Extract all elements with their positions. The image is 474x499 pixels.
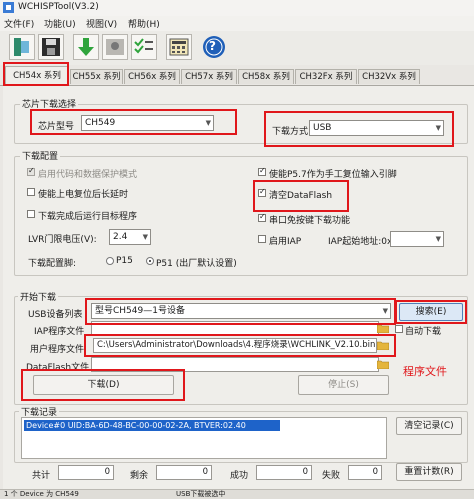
fail-count: 0: [348, 465, 382, 480]
pin-config-label: 下载配置脚:: [28, 259, 77, 269]
stop-button[interactable]: 停止(S): [298, 375, 389, 395]
tab-ch54x[interactable]: CH54x 系列: [5, 66, 69, 85]
image-icon: [106, 39, 124, 55]
search-button[interactable]: 搜索(E): [399, 303, 463, 321]
chevron-down-icon: ▼: [435, 235, 441, 243]
menu-file[interactable]: 文件(F): [4, 17, 34, 30]
total-count: 0: [58, 465, 114, 480]
power-reset-checkbox[interactable]: [27, 188, 35, 196]
fail-label: 失败: [322, 471, 341, 481]
success-label: 成功: [230, 471, 249, 481]
lvr-label: LVR门限电压(V):: [28, 235, 97, 245]
total-label: 共计: [32, 471, 51, 481]
clear-dataflash-label: 清空DataFlash: [269, 191, 333, 201]
iap-addr-label: IAP起始地址:0x: [328, 237, 393, 247]
remain-count: 0: [156, 465, 212, 480]
download-mode-value: USB: [313, 123, 332, 133]
open-icon: [14, 38, 29, 56]
radio-p15[interactable]: [106, 257, 114, 265]
calculator-button[interactable]: [166, 34, 192, 60]
code-protect-checkbox[interactable]: [27, 166, 35, 176]
usb-list-label: USB设备列表: [28, 310, 83, 320]
radio-p15-label: P15: [116, 256, 133, 266]
download-mode-label: 下载方式: [272, 127, 309, 137]
user-file-label: 用户程序文件: [30, 345, 85, 355]
run-after-download-checkbox[interactable]: [27, 210, 35, 218]
folder-icon[interactable]: [377, 359, 389, 369]
menu-help[interactable]: 帮助(H): [128, 17, 160, 30]
tab-ch58x[interactable]: CH58x 系列: [238, 69, 294, 84]
serial-no-key-label: 串口免按键下载功能: [269, 216, 351, 226]
folder-icon[interactable]: [377, 340, 389, 350]
image-button[interactable]: [102, 34, 128, 60]
chevron-down-icon: ▼: [205, 119, 211, 127]
tab-ch57x[interactable]: CH57x 系列: [181, 69, 237, 84]
reset-count-button[interactable]: 重置计数(R): [396, 463, 462, 481]
annotation-program-file: 程序文件: [403, 365, 447, 378]
calculator-icon: [169, 38, 189, 56]
chip-model-label: 芯片型号: [38, 122, 75, 132]
toolbar: ?: [0, 31, 474, 65]
app-icon: [3, 2, 14, 13]
usb-device-value: 型号CH549—1号设备: [95, 306, 185, 316]
chevron-down-icon: ▼: [435, 124, 441, 132]
radio-p51-label: P51 (出厂默认设置): [156, 259, 237, 269]
list-check-icon: [134, 38, 153, 54]
iap-file-input[interactable]: [91, 321, 379, 336]
open-button[interactable]: [9, 34, 35, 60]
p57-reset-checkbox[interactable]: [258, 166, 266, 176]
chevron-down-icon: ▼: [142, 233, 148, 241]
download-mode-select[interactable]: USB ▼: [309, 120, 444, 136]
tab-ch55x[interactable]: CH55x 系列: [70, 69, 123, 84]
usb-device-select[interactable]: 型号CH549—1号设备 ▼: [91, 303, 391, 319]
list-check-button[interactable]: [131, 34, 157, 60]
help-button[interactable]: ?: [201, 34, 227, 60]
chevron-down-icon: ▼: [382, 307, 388, 315]
clear-log-button[interactable]: 清空记录(C): [396, 417, 462, 435]
tab-ch56x[interactable]: CH56x 系列: [124, 69, 180, 84]
menu-function[interactable]: 功能(U): [44, 17, 76, 30]
chip-model-value: CH549: [85, 118, 116, 128]
chip-model-select[interactable]: CH549 ▼: [81, 115, 214, 131]
lvr-select[interactable]: 2.4 ▼: [109, 229, 151, 245]
iap-addr-select[interactable]: ▼: [390, 231, 444, 247]
download-icon: [78, 38, 94, 56]
enable-iap-label: 启用IAP: [269, 237, 302, 247]
dataflash-file-label: DataFlash文件: [26, 363, 90, 373]
radio-p51[interactable]: [146, 257, 154, 265]
help-glyph: ?: [209, 39, 216, 53]
folder-icon[interactable]: [377, 323, 389, 333]
lvr-value: 2.4: [113, 232, 128, 242]
series-tabs: CH54x 系列 CH55x 系列 CH56x 系列 CH57x 系列 CH58…: [0, 65, 474, 86]
success-count: 0: [256, 465, 312, 480]
title-bar: WCHISPTool(V3.2): [0, 0, 474, 16]
menu-bar: 文件(F) 功能(U) 视图(V) 帮助(H): [0, 16, 474, 31]
p57-reset-label: 使能P5.7作为手工复位输入引脚: [269, 170, 397, 180]
log-list[interactable]: Device#0 UID:BA-6D-48-BC-00-00-02-2A, BT…: [21, 417, 387, 459]
window-title: WCHISPTool(V3.2): [18, 2, 99, 12]
clear-dataflash-checkbox[interactable]: [258, 187, 266, 197]
tab-ch32vx[interactable]: CH32Vx 系列: [358, 69, 420, 84]
auto-download-checkbox[interactable]: [395, 325, 403, 333]
chip-select-title: 芯片下载选择: [20, 97, 79, 110]
download-start-button[interactable]: 下载(D): [33, 375, 174, 395]
remain-label: 剩余: [130, 471, 149, 481]
save-button[interactable]: [38, 34, 64, 60]
serial-no-key-checkbox[interactable]: [258, 212, 266, 222]
tab-ch32fx[interactable]: CH32Fx 系列: [295, 69, 357, 84]
dataflash-file-input[interactable]: [91, 357, 379, 372]
menu-view[interactable]: 视图(V): [86, 17, 117, 30]
start-download-title: 开始下载: [18, 290, 59, 303]
code-protect-label: 启用代码和数据保护模式: [38, 170, 138, 180]
power-reset-label: 使能上电复位后长延时: [38, 190, 129, 200]
iap-file-label: IAP程序文件: [34, 327, 85, 337]
run-after-download-label: 下载完成后运行目标程序: [38, 212, 138, 222]
download-config-title: 下载配置: [20, 149, 61, 162]
auto-download-label: 自动下载: [405, 327, 442, 337]
enable-iap-checkbox[interactable]: [258, 235, 266, 243]
user-file-input[interactable]: C:\Users\Administrator\Downloads\4.程序烧录\…: [93, 338, 377, 353]
download-button[interactable]: [73, 34, 99, 60]
save-icon: [42, 38, 60, 56]
log-entry[interactable]: Device#0 UID:BA-6D-48-BC-00-00-02-2A, BT…: [24, 420, 280, 431]
